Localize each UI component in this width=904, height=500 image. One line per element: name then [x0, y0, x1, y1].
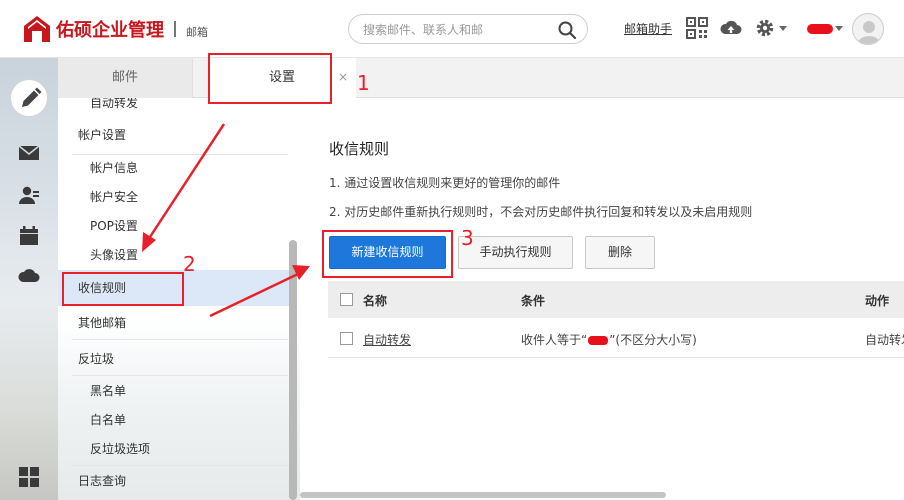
rules-table-header: 名称 条件 动作 [328, 281, 904, 318]
sidebar-item-label: 帐户安全 [90, 190, 139, 204]
sidebar-group-label: 其他邮箱 [78, 316, 127, 330]
sidebar-item-account-security[interactable]: 帐户安全 [58, 187, 290, 207]
sidebar-item-account-info[interactable]: 帐户信息 [58, 158, 290, 178]
contacts-icon[interactable] [18, 184, 40, 206]
mail-settings-screen: { "header": { "brand": "佑硕企业管理", "produc… [0, 0, 904, 500]
sidebar-divider [72, 154, 288, 155]
sidebar-item-label: 黑名单 [90, 384, 127, 398]
sidebar-group-label: 帐户设置 [78, 128, 127, 142]
logo[interactable]: 佑硕企业管理 邮箱 [22, 14, 208, 44]
pencil-icon [22, 87, 42, 107]
brand-divider [174, 21, 176, 37]
sidebar-item-avatar-settings[interactable]: 头像设置 [58, 245, 290, 265]
chevron-down-icon[interactable] [835, 26, 843, 31]
redacted-recipient [588, 336, 609, 345]
sidebar-group-label: 反垃圾 [78, 352, 115, 366]
cloud-drive-icon[interactable] [18, 264, 40, 286]
brand-logo-icon [24, 16, 50, 42]
search-input[interactable] [363, 21, 553, 39]
left-nav-rail [0, 58, 58, 500]
top-header: 佑硕企业管理 邮箱 邮箱助手 [0, 0, 904, 58]
column-header-action: 动作 [865, 294, 890, 308]
sidebar-item-whitelist[interactable]: 白名单 [58, 410, 290, 430]
search-box [348, 14, 588, 44]
user-name-redacted[interactable] [807, 24, 833, 34]
product-name: 邮箱 [186, 26, 208, 39]
sidebar-item-label: POP设置 [90, 219, 138, 233]
main-panel: 收信规则 1. 通过设置收信规则来更好的管理你的邮件 2. 对历史邮件重新执行规… [300, 98, 904, 500]
close-icon[interactable]: × [338, 58, 348, 96]
sidebar-group-log-query[interactable]: 日志查询 [58, 471, 290, 491]
sidebar-item-label: 帐户信息 [90, 161, 139, 175]
annotation-box-receive-rules [62, 272, 184, 306]
mail-assistant-link[interactable]: 邮箱助手 [624, 20, 672, 37]
annotation-box-new-rule [322, 230, 453, 278]
sidebar-item-pop-settings[interactable]: POP设置 [58, 216, 290, 236]
sidebar-item-label: 白名单 [90, 413, 127, 427]
rule-name-link[interactable]: 自动转发 [363, 331, 411, 348]
compose-button[interactable] [10, 79, 48, 117]
settings-dropdown-caret[interactable] [779, 26, 787, 31]
sidebar-divider [72, 465, 288, 466]
brand-name: 佑硕企业管理 [56, 20, 164, 41]
cloud-upload-icon[interactable] [720, 17, 742, 39]
description-line-2: 2. 对历史邮件重新执行规则时，不会对历史邮件执行回复和转发以及未启用规则 [329, 205, 753, 219]
tab-mail[interactable]: 邮件 [58, 58, 193, 98]
sidebar-item-label: 自动转发 [90, 98, 139, 110]
sidebar-divider [72, 339, 288, 340]
tab-mail-label: 邮件 [111, 70, 138, 85]
qrcode-icon[interactable] [686, 17, 708, 39]
sidebar-divider [72, 375, 288, 376]
page-title: 收信规则 [329, 140, 390, 158]
sidebar-item-label: 头像设置 [90, 248, 139, 262]
condition-suffix: ”(不区分大小写) [609, 333, 697, 347]
column-header-name: 名称 [363, 294, 388, 308]
select-all-checkbox[interactable] [340, 293, 353, 306]
gear-icon[interactable] [754, 17, 776, 39]
annotation-number-2: 2 [183, 252, 196, 276]
mail-icon[interactable] [18, 142, 40, 164]
column-header-condition: 条件 [521, 294, 546, 308]
sidebar-item-anti-spam-options[interactable]: 反垃圾选项 [58, 439, 290, 459]
sidebar-item-label: 反垃圾选项 [90, 442, 151, 456]
run-rules-button[interactable]: 手动执行规则 [458, 236, 573, 269]
sidebar-group-label: 日志查询 [78, 474, 127, 488]
sidebar-item-blacklist[interactable]: 黑名单 [58, 381, 290, 401]
description-line-1: 1. 通过设置收信规则来更好的管理你的邮件 [329, 176, 561, 190]
sidebar-group-other-mailboxes[interactable]: 其他邮箱 [58, 313, 290, 333]
delete-button[interactable]: 删除 [585, 236, 655, 269]
sidebar-group-account[interactable]: 帐户设置 [58, 125, 290, 145]
sidebar-scrollbar[interactable] [289, 240, 297, 500]
table-row: 自动转发 收件人等于“ ”(不区分大小写) 自动转发 [328, 318, 904, 358]
calendar-icon[interactable] [18, 225, 40, 247]
avatar[interactable] [852, 13, 884, 45]
annotation-number-1: 1 [357, 71, 370, 95]
annotation-box-settings-tab [208, 53, 332, 104]
condition-prefix: 收件人等于“ [521, 333, 588, 347]
sidebar-group-anti-spam[interactable]: 反垃圾 [58, 349, 290, 369]
annotation-number-3: 3 [461, 226, 474, 250]
user-avatar-icon [857, 21, 881, 44]
search-icon[interactable] [557, 20, 577, 40]
row-checkbox[interactable] [340, 332, 353, 345]
horizontal-scrollbar[interactable] [300, 492, 666, 498]
rule-action: 自动转发 [865, 333, 904, 347]
apps-grid-icon[interactable] [18, 466, 40, 488]
rule-condition: 收件人等于“ ”(不区分大小写) [521, 331, 697, 348]
tab-bar: 邮件 设置 × [58, 58, 904, 99]
